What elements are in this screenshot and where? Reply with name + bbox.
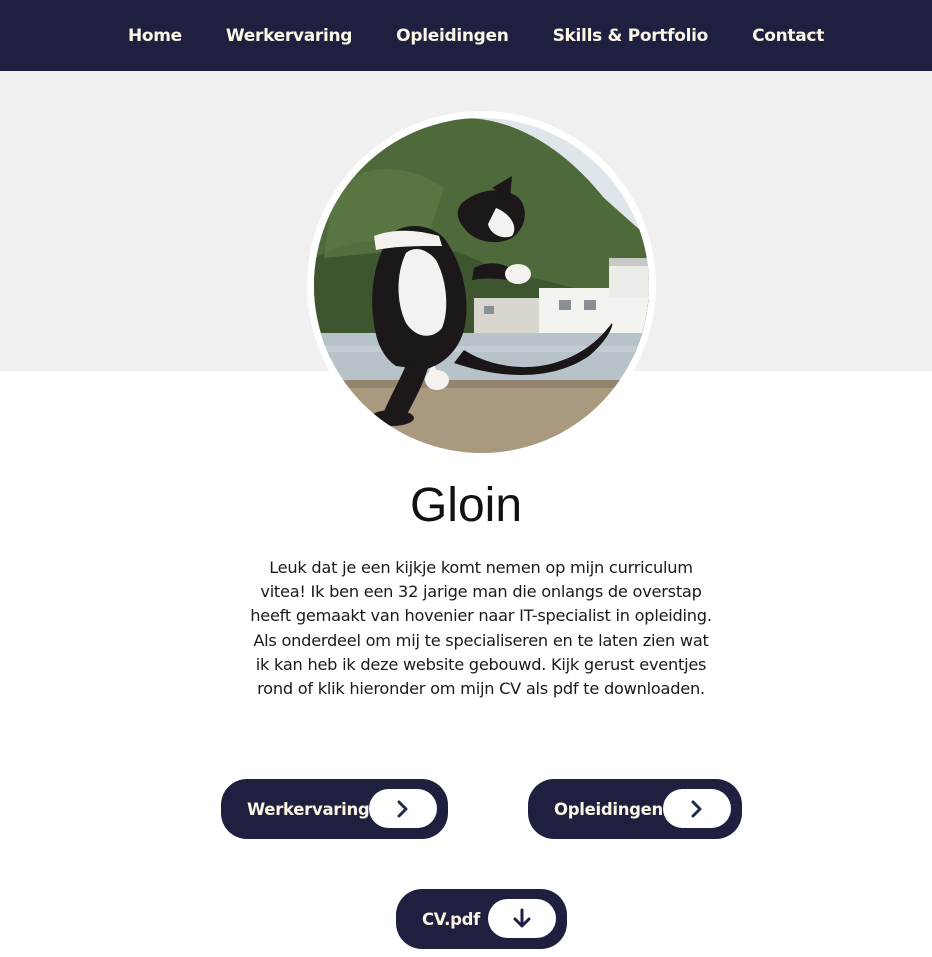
arrow-down-icon [513, 908, 531, 927]
cat-photo [314, 118, 649, 453]
nav-menu: Home Werkervaring Opleidingen Skills & P… [108, 26, 824, 46]
werkervaring-button-pill [369, 789, 437, 828]
profile-name: Gloin [409, 479, 523, 532]
opleidingen-button-pill [663, 789, 731, 828]
cv-download-button-label: CV.pdf [422, 909, 481, 929]
nav-item-home[interactable]: Home [128, 26, 182, 46]
cv-download-button-pill [488, 899, 556, 938]
chevron-right-icon [691, 800, 702, 817]
nav-item-werkervaring[interactable]: Werkervaring [226, 26, 353, 46]
top-navbar: Home Werkervaring Opleidingen Skills & P… [0, 0, 932, 71]
profile-avatar [314, 118, 649, 453]
nav-item-opleidingen[interactable]: Opleidingen [396, 26, 509, 46]
werkervaring-button[interactable]: Werkervaring [221, 779, 448, 839]
werkervaring-button-label: Werkervaring [247, 799, 370, 819]
nav-item-contact[interactable]: Contact [752, 26, 824, 46]
intro-text: Leuk dat je een kijkje komt nemen op mij… [250, 558, 712, 699]
opleidingen-button-label: Opleidingen [554, 799, 664, 819]
cv-download-button[interactable]: CV.pdf [396, 889, 567, 949]
opleidingen-button[interactable]: Opleidingen [528, 779, 742, 839]
nav-item-skills-portfolio[interactable]: Skills & Portfolio [553, 26, 709, 46]
chevron-right-icon [397, 800, 408, 817]
